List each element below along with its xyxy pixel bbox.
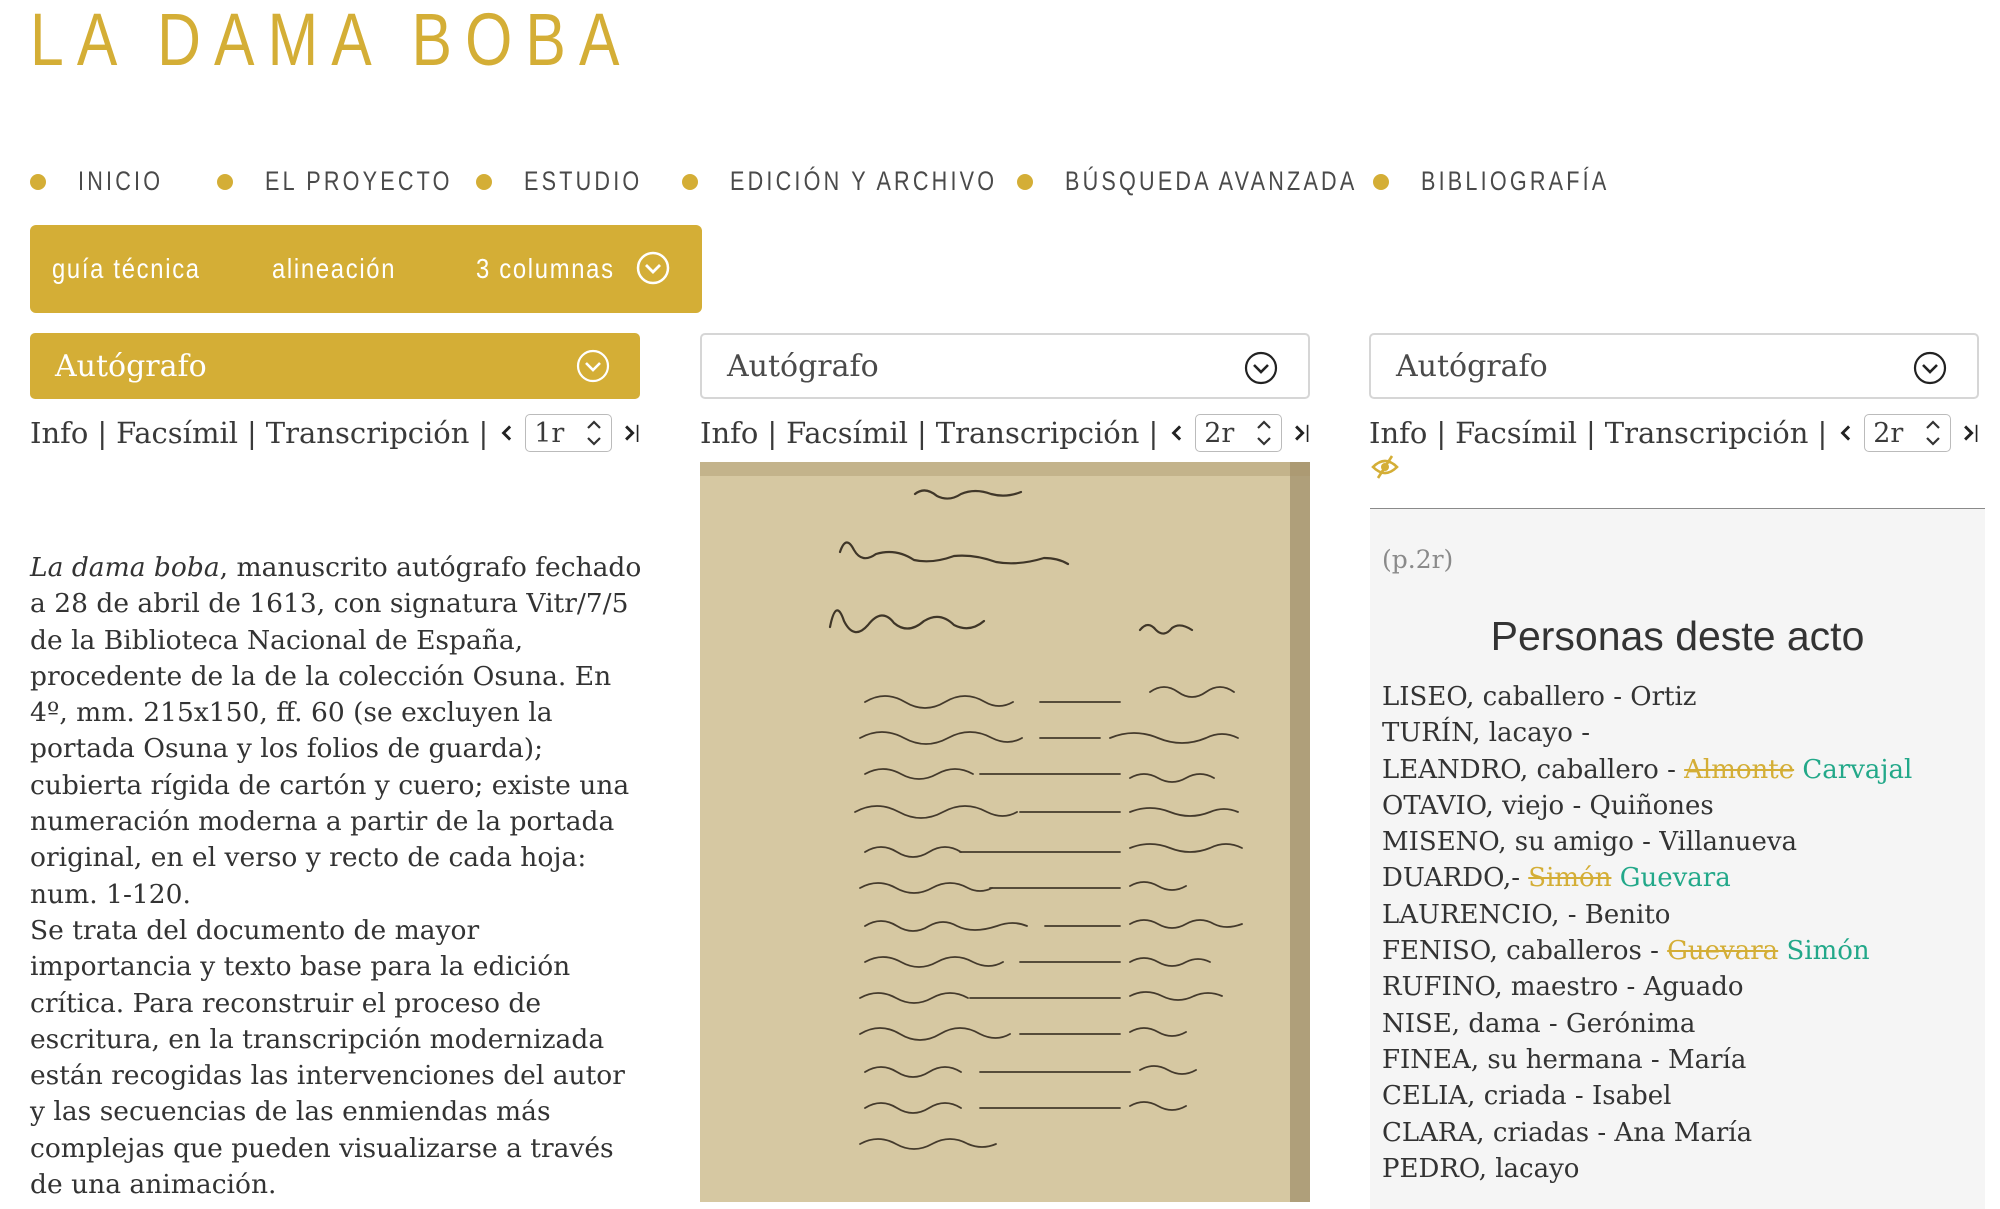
- previous-page-icon[interactable]: [1167, 418, 1185, 448]
- column-1: Autógrafo Info | Facsímil | Transcripció…: [30, 333, 640, 455]
- character-entry: DUARDO,- Simón Guevara: [1382, 863, 1731, 894]
- spinner-icon[interactable]: [1255, 416, 1273, 450]
- separator: |: [1436, 416, 1447, 450]
- description-paragraph: Se trata del documento de mayor importan…: [30, 914, 625, 1201]
- separator: |: [97, 416, 108, 450]
- nav-item-bibliografia[interactable]: BIBLIOGRAFÍA: [1373, 166, 1657, 197]
- nav-item-estudio[interactable]: ESTUDIO: [476, 166, 672, 197]
- page-reference: (p.2r): [1382, 545, 1454, 574]
- work-title: La dama boba: [30, 552, 220, 583]
- page-number-value: 1r: [534, 417, 565, 449]
- character-entry: MISENO, su amigo - Villanueva: [1382, 827, 1798, 858]
- chevron-down-circle-icon: [1913, 351, 1947, 385]
- character-entry: CELIA, criada - Isabel: [1382, 1081, 1672, 1112]
- bullet-icon: [682, 173, 698, 190]
- previous-page-icon[interactable]: [1836, 418, 1854, 448]
- manuscript-page-image: [700, 462, 1310, 1202]
- bullet-icon: [1373, 173, 1389, 190]
- facsimile-link[interactable]: Facsímil: [116, 416, 238, 450]
- character-entry: NISE, dama - Gerónima: [1382, 1008, 1696, 1039]
- witness-select-value: Autógrafo: [1396, 348, 1548, 384]
- page-number-value: 2r: [1873, 417, 1904, 449]
- facsimile-link[interactable]: Facsímil: [786, 416, 908, 450]
- page-number-input[interactable]: 2r: [1864, 414, 1951, 452]
- witness-select-value: Autógrafo: [727, 348, 879, 384]
- character-entry: CLARA, criadas - Ana María: [1382, 1117, 1753, 1148]
- previous-page-icon[interactable]: [497, 418, 515, 448]
- character-entry: OTAVIO, viejo - Quiñones: [1382, 790, 1714, 821]
- bullet-icon: [217, 173, 233, 190]
- nav-item-el-proyecto[interactable]: EL PROYECTO: [217, 166, 500, 197]
- view-controls: Info | Facsímil | Transcripción | 1r: [30, 411, 640, 455]
- spinner-icon[interactable]: [1924, 416, 1942, 450]
- technical-guide-button[interactable]: guía técnica: [52, 253, 201, 285]
- page-number-value: 2r: [1204, 417, 1235, 449]
- alignment-button[interactable]: alineación: [272, 253, 396, 285]
- chevron-down-circle-icon[interactable]: [636, 251, 670, 285]
- column-2: Autógrafo Info | Facsímil | Transcripció…: [700, 333, 1310, 455]
- main-nav: INICIO EL PROYECTO ESTUDIO EDICIÓN Y ARC…: [30, 166, 1990, 206]
- transcription-heading: Personas deste acto: [1490, 613, 1865, 659]
- transcription-link[interactable]: Transcripción: [1605, 416, 1809, 450]
- nav-item-edicion-archivo[interactable]: EDICIÓN Y ARCHIVO: [682, 166, 1064, 197]
- separator: |: [1148, 416, 1159, 450]
- info-link[interactable]: Info: [700, 416, 758, 450]
- added-text[interactable]: Simón: [1786, 936, 1869, 966]
- character-entry: FINEA, su hermana - María: [1382, 1044, 1747, 1075]
- character-entry: RUFINO, maestro - Aguado: [1382, 972, 1744, 1003]
- view-toolbar: guía técnica alineación 3 columnas: [30, 225, 702, 313]
- chevron-down-circle-icon: [576, 349, 610, 383]
- info-link[interactable]: Info: [30, 416, 88, 450]
- separator: |: [1586, 416, 1596, 450]
- separator: |: [1817, 416, 1828, 450]
- witness-description: La dama boba, manuscrito autógrafo fecha…: [30, 550, 645, 1203]
- spinner-icon[interactable]: [585, 416, 603, 450]
- page-number-input[interactable]: 1r: [525, 414, 612, 452]
- character-entry: TURÍN, lacayo -: [1382, 718, 1590, 749]
- bullet-icon: [30, 173, 46, 190]
- nav-item-busqueda-avanzada[interactable]: BÚSQUEDA AVANZADA: [1017, 166, 1431, 197]
- nav-item-inicio[interactable]: INICIO: [30, 166, 185, 197]
- chevron-down-circle-icon: [1244, 351, 1278, 385]
- next-page-icon[interactable]: [622, 418, 640, 448]
- view-controls: Info | Facsímil | Transcripción | 2r: [1369, 411, 1979, 455]
- columns-button[interactable]: 3 columnas: [476, 253, 615, 285]
- deleted-text[interactable]: Simón: [1528, 863, 1611, 893]
- description-paragraph: La dama boba, manuscrito autógrafo fecha…: [30, 552, 642, 910]
- separator: |: [247, 416, 257, 450]
- witness-select-value: Autógrafo: [55, 348, 207, 384]
- info-link[interactable]: Info: [1369, 416, 1427, 450]
- witness-select-1[interactable]: Autógrafo: [30, 333, 640, 399]
- character-entry: FENISO, caballeros - Guevara Simón: [1382, 936, 1870, 967]
- bullet-icon: [1017, 173, 1033, 190]
- character-entry: LISEO, caballero - Ortiz: [1382, 682, 1697, 712]
- next-page-icon[interactable]: [1292, 418, 1310, 448]
- character-entry: LEANDRO, caballero - Almonte Carvajal: [1382, 754, 1913, 785]
- added-text[interactable]: Carvajal: [1802, 755, 1912, 785]
- site-title[interactable]: LA DAMA BOBA: [30, 0, 633, 80]
- character-entry: PEDRO, lacayo: [1382, 1153, 1580, 1184]
- next-page-icon[interactable]: [1961, 418, 1979, 448]
- bullet-icon: [476, 173, 492, 190]
- transcription-panel: (p.2r) Personas deste acto LISEO, caball…: [1370, 508, 1985, 1209]
- hide-eye-icon[interactable]: [1370, 452, 1400, 482]
- character-entry: LAURENCIO, - Benito: [1382, 899, 1671, 930]
- view-controls: Info | Facsímil | Transcripción | 2r: [700, 411, 1310, 455]
- column-3: Autógrafo Info | Facsímil | Transcripció…: [1369, 333, 1979, 455]
- transcription-link[interactable]: Transcripción: [266, 416, 470, 450]
- deleted-text[interactable]: Almonte: [1684, 755, 1794, 785]
- manuscript-facsimile-image[interactable]: [700, 462, 1310, 1202]
- page-number-input[interactable]: 2r: [1195, 414, 1282, 452]
- added-text[interactable]: Guevara: [1620, 863, 1731, 893]
- separator: |: [478, 416, 489, 450]
- facsimile-link[interactable]: Facsímil: [1455, 416, 1577, 450]
- witness-select-2[interactable]: Autógrafo: [700, 333, 1310, 399]
- deleted-text[interactable]: Guevara: [1667, 936, 1778, 966]
- character-list: LISEO, caballero - Ortiz TURÍN, lacayo -…: [1382, 679, 1912, 1187]
- transcription-link[interactable]: Transcripción: [936, 416, 1140, 450]
- separator: |: [767, 416, 778, 450]
- separator: |: [917, 416, 927, 450]
- witness-select-3[interactable]: Autógrafo: [1369, 333, 1979, 399]
